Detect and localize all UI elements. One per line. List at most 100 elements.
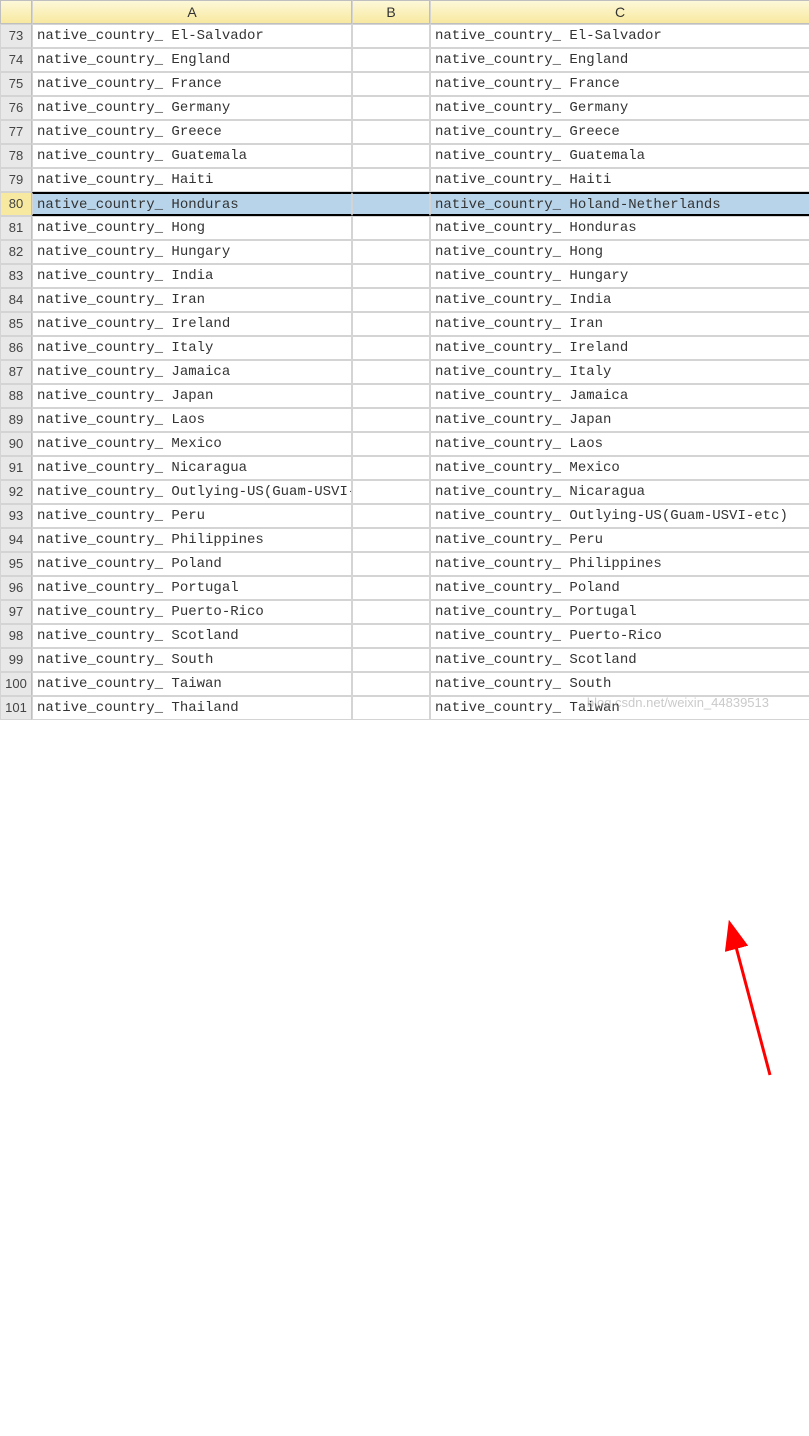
cell-B92[interactable] — [352, 480, 430, 504]
cell-A87[interactable]: native_country_ Jamaica — [32, 360, 352, 384]
cell-B97[interactable] — [352, 600, 430, 624]
cell-C101[interactable]: native_country_ Taiwan — [430, 696, 809, 720]
cell-A93[interactable]: native_country_ Peru — [32, 504, 352, 528]
cell-C76[interactable]: native_country_ Germany — [430, 96, 809, 120]
cell-A99[interactable]: native_country_ South — [32, 648, 352, 672]
cell-B84[interactable] — [352, 288, 430, 312]
row-header[interactable]: 89 — [0, 408, 32, 432]
cell-B87[interactable] — [352, 360, 430, 384]
cell-C91[interactable]: native_country_ Mexico — [430, 456, 809, 480]
cell-C96[interactable]: native_country_ Poland — [430, 576, 809, 600]
row-header[interactable]: 78 — [0, 144, 32, 168]
cell-C98[interactable]: native_country_ Puerto-Rico — [430, 624, 809, 648]
cell-A82[interactable]: native_country_ Hungary — [32, 240, 352, 264]
cell-C75[interactable]: native_country_ France — [430, 72, 809, 96]
cell-C90[interactable]: native_country_ Laos — [430, 432, 809, 456]
cell-C77[interactable]: native_country_ Greece — [430, 120, 809, 144]
cell-B83[interactable] — [352, 264, 430, 288]
row-header[interactable]: 97 — [0, 600, 32, 624]
cell-A81[interactable]: native_country_ Hong — [32, 216, 352, 240]
row-header[interactable]: 93 — [0, 504, 32, 528]
cell-C73[interactable]: native_country_ El-Salvador — [430, 24, 809, 48]
cell-C82[interactable]: native_country_ Hong — [430, 240, 809, 264]
column-header-B[interactable]: B — [352, 0, 430, 24]
cell-C79[interactable]: native_country_ Haiti — [430, 168, 809, 192]
row-header[interactable]: 101 — [0, 696, 32, 720]
row-header[interactable]: 98 — [0, 624, 32, 648]
row-header[interactable]: 95 — [0, 552, 32, 576]
cell-A84[interactable]: native_country_ Iran — [32, 288, 352, 312]
cell-C93[interactable]: native_country_ Outlying-US(Guam-USVI-et… — [430, 504, 809, 528]
cell-B75[interactable] — [352, 72, 430, 96]
column-header-A[interactable]: A — [32, 0, 352, 24]
cell-B93[interactable] — [352, 504, 430, 528]
cell-B77[interactable] — [352, 120, 430, 144]
cell-C92[interactable]: native_country_ Nicaragua — [430, 480, 809, 504]
cell-B85[interactable] — [352, 312, 430, 336]
row-header[interactable]: 75 — [0, 72, 32, 96]
cell-A80[interactable]: native_country_ Honduras — [32, 192, 352, 216]
cell-C97[interactable]: native_country_ Portugal — [430, 600, 809, 624]
row-header[interactable]: 100 — [0, 672, 32, 696]
cell-C83[interactable]: native_country_ Hungary — [430, 264, 809, 288]
cell-C74[interactable]: native_country_ England — [430, 48, 809, 72]
row-header[interactable]: 91 — [0, 456, 32, 480]
cell-A78[interactable]: native_country_ Guatemala — [32, 144, 352, 168]
cell-B101[interactable] — [352, 696, 430, 720]
cell-A86[interactable]: native_country_ Italy — [32, 336, 352, 360]
cell-B90[interactable] — [352, 432, 430, 456]
cell-A76[interactable]: native_country_ Germany — [32, 96, 352, 120]
cell-B95[interactable] — [352, 552, 430, 576]
spreadsheet-grid[interactable]: ABC73native_country_ El-Salvadornative_c… — [0, 0, 809, 720]
cell-A73[interactable]: native_country_ El-Salvador — [32, 24, 352, 48]
cell-A95[interactable]: native_country_ Poland — [32, 552, 352, 576]
cell-A101[interactable]: native_country_ Thailand — [32, 696, 352, 720]
cell-A91[interactable]: native_country_ Nicaragua — [32, 456, 352, 480]
column-header-C[interactable]: C — [430, 0, 809, 24]
cell-C85[interactable]: native_country_ Iran — [430, 312, 809, 336]
row-header[interactable]: 94 — [0, 528, 32, 552]
cell-B80[interactable] — [352, 192, 430, 216]
row-header[interactable]: 90 — [0, 432, 32, 456]
cell-B79[interactable] — [352, 168, 430, 192]
cell-A89[interactable]: native_country_ Laos — [32, 408, 352, 432]
cell-B76[interactable] — [352, 96, 430, 120]
row-header[interactable]: 80 — [0, 192, 32, 216]
row-header[interactable]: 86 — [0, 336, 32, 360]
row-header[interactable]: 74 — [0, 48, 32, 72]
row-header[interactable]: 79 — [0, 168, 32, 192]
row-header[interactable]: 96 — [0, 576, 32, 600]
row-header[interactable]: 99 — [0, 648, 32, 672]
cell-A100[interactable]: native_country_ Taiwan — [32, 672, 352, 696]
cell-A90[interactable]: native_country_ Mexico — [32, 432, 352, 456]
cell-A94[interactable]: native_country_ Philippines — [32, 528, 352, 552]
cell-B96[interactable] — [352, 576, 430, 600]
cell-A97[interactable]: native_country_ Puerto-Rico — [32, 600, 352, 624]
row-header[interactable]: 83 — [0, 264, 32, 288]
cell-A98[interactable]: native_country_ Scotland — [32, 624, 352, 648]
cell-B82[interactable] — [352, 240, 430, 264]
row-header[interactable]: 81 — [0, 216, 32, 240]
row-header[interactable]: 84 — [0, 288, 32, 312]
cell-A85[interactable]: native_country_ Ireland — [32, 312, 352, 336]
cell-C99[interactable]: native_country_ Scotland — [430, 648, 809, 672]
cell-C100[interactable]: native_country_ South — [430, 672, 809, 696]
cell-A77[interactable]: native_country_ Greece — [32, 120, 352, 144]
row-header[interactable]: 87 — [0, 360, 32, 384]
cell-C86[interactable]: native_country_ Ireland — [430, 336, 809, 360]
cell-B94[interactable] — [352, 528, 430, 552]
row-header[interactable]: 76 — [0, 96, 32, 120]
cell-C80[interactable]: native_country_ Holand-Netherlands — [430, 192, 809, 216]
cell-B91[interactable] — [352, 456, 430, 480]
row-header[interactable]: 92 — [0, 480, 32, 504]
cell-A83[interactable]: native_country_ India — [32, 264, 352, 288]
corner-cell[interactable] — [0, 0, 32, 24]
cell-C95[interactable]: native_country_ Philippines — [430, 552, 809, 576]
cell-B81[interactable] — [352, 216, 430, 240]
row-header[interactable]: 85 — [0, 312, 32, 336]
cell-B88[interactable] — [352, 384, 430, 408]
cell-C88[interactable]: native_country_ Jamaica — [430, 384, 809, 408]
row-header[interactable]: 88 — [0, 384, 32, 408]
cell-C84[interactable]: native_country_ India — [430, 288, 809, 312]
row-header[interactable]: 82 — [0, 240, 32, 264]
